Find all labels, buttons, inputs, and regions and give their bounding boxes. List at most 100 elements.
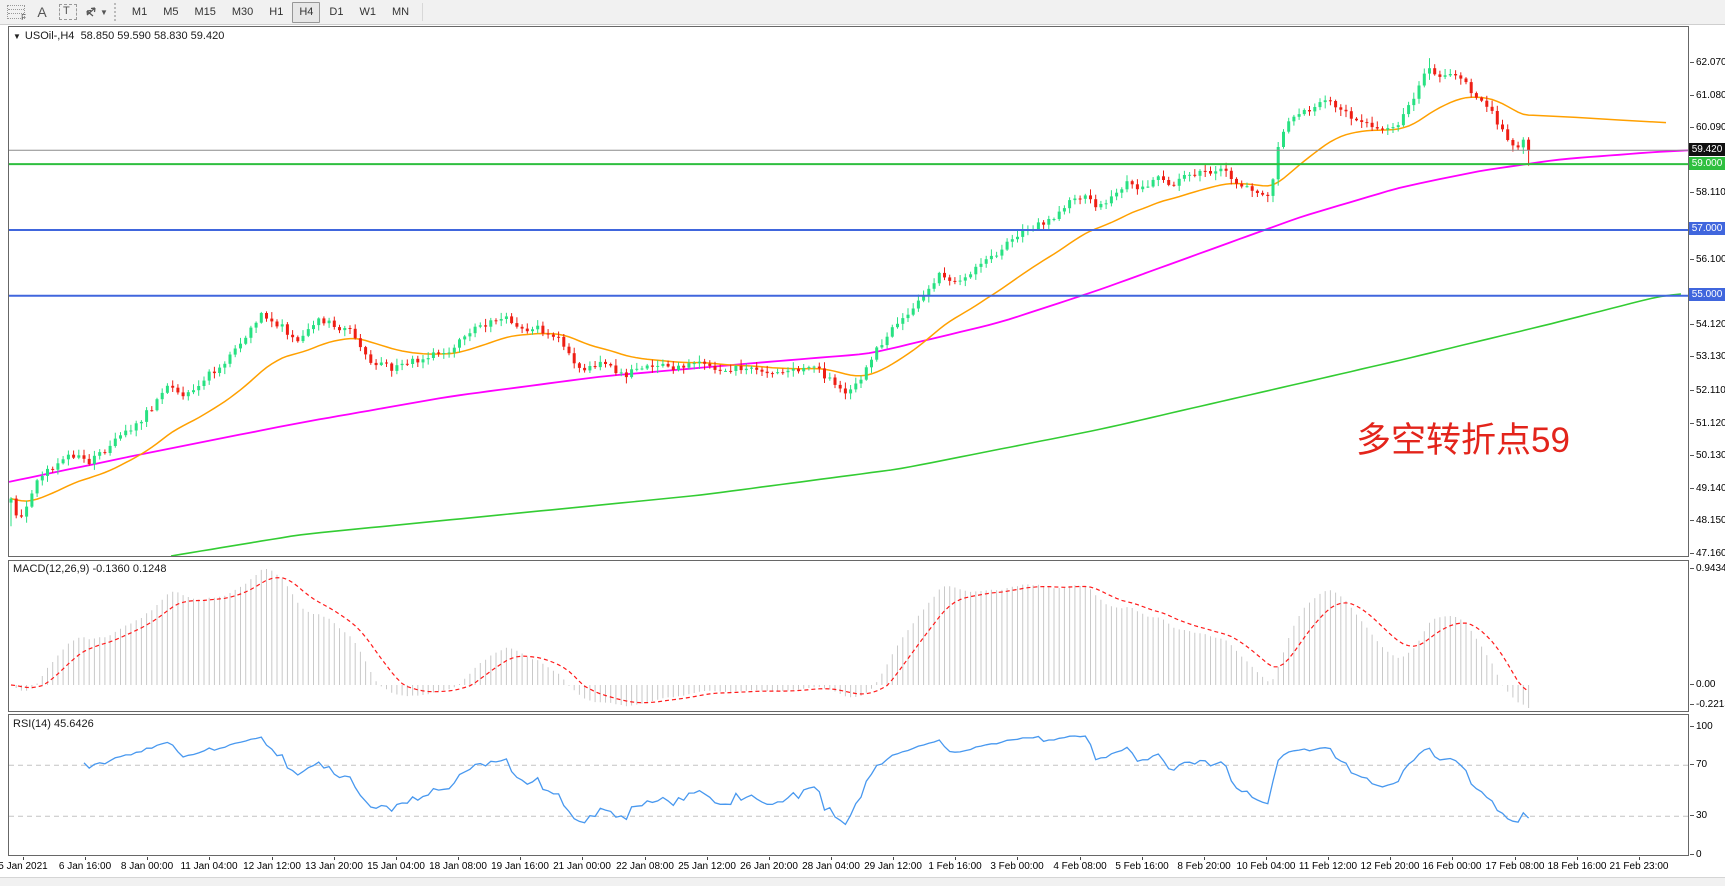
price-axis-label: 61.080: [1696, 90, 1725, 101]
time-axis-tick: [396, 857, 397, 860]
blue-level-badge-55: 55.000: [1689, 288, 1725, 301]
toolbar-separator: [422, 3, 423, 21]
price-axis-label: 62.070: [1696, 57, 1725, 68]
macd-axis-label: 0.00: [1696, 679, 1715, 690]
text-label-icon[interactable]: A: [31, 2, 53, 22]
time-axis-tick: [23, 857, 24, 860]
time-axis-label: 15 Jan 04:00: [367, 861, 425, 872]
price-axis-label: 51.120: [1696, 418, 1725, 429]
macd-axis-label: -0.2213: [1696, 699, 1725, 710]
time-axis-label: 6 Jan 16:00: [59, 861, 111, 872]
time-axis-label: 10 Feb 04:00: [1237, 861, 1296, 872]
time-axis-tick: [1639, 857, 1640, 860]
timeframe-D1[interactable]: D1: [322, 2, 350, 23]
price-axis-label: 50.130: [1696, 450, 1725, 461]
time-axis-label: 17 Feb 08:00: [1486, 861, 1545, 872]
time-axis-label: 12 Feb 20:00: [1361, 861, 1420, 872]
fibonacci-icon[interactable]: F: [5, 2, 27, 22]
time-axis-tick: [334, 857, 335, 860]
macd-label: MACD(12,26,9) -0.1360 0.1248: [13, 563, 166, 575]
blue-level-badge-57: 57.000: [1689, 222, 1725, 235]
price-axis-tick: [1690, 488, 1694, 489]
rsi-axis-tick: [1690, 726, 1694, 727]
time-axis-tick: [1017, 857, 1018, 860]
time-axis-label: 11 Feb 12:00: [1299, 861, 1357, 872]
green-level-badge: 59.000: [1689, 157, 1725, 170]
price-axis-tick: [1690, 390, 1694, 391]
time-axis-label: 8 Jan 00:00: [121, 861, 173, 872]
chart-ohlc-values: 58.850 59.590 58.830 59.420: [81, 30, 225, 42]
macd-indicator-pane[interactable]: [8, 560, 1689, 712]
time-axis-label: 5 Feb 16:00: [1115, 861, 1168, 872]
time-axis-label: 26 Jan 20:00: [740, 861, 798, 872]
timeframe-W1[interactable]: W1: [352, 2, 383, 23]
time-axis-label: 22 Jan 08:00: [616, 861, 674, 872]
time-axis-tick: [769, 857, 770, 860]
time-axis-tick: [1328, 857, 1329, 860]
timeframe-M15[interactable]: M15: [187, 2, 222, 23]
arrows-icon[interactable]: ▼: [83, 2, 108, 22]
price-axis-label: 52.110: [1696, 385, 1725, 396]
price-axis-tick: [1690, 356, 1694, 357]
arrows-icon-glyph: [83, 5, 99, 19]
time-axis-label: 8 Feb 20:00: [1177, 861, 1230, 872]
price-axis-tick: [1690, 455, 1694, 456]
price-axis-tick: [1690, 192, 1694, 193]
macd-axis-tick: [1690, 684, 1694, 685]
time-axis-label: 25 Jan 12:00: [678, 861, 736, 872]
text-icon-glyph: T: [59, 4, 77, 20]
rsi-indicator-pane[interactable]: [8, 714, 1689, 856]
timeframe-H4[interactable]: H4: [292, 2, 320, 23]
price-axis-label: 47.160: [1696, 548, 1725, 559]
timeframe-H1[interactable]: H1: [262, 2, 290, 23]
timeframe-MN[interactable]: MN: [385, 2, 416, 23]
price-axis-label: 49.140: [1696, 483, 1725, 494]
price-axis-label: 56.100: [1696, 254, 1725, 265]
time-axis-label: 4 Feb 08:00: [1053, 861, 1106, 872]
time-axis-tick: [1452, 857, 1453, 860]
chevron-down-icon: ▼: [100, 8, 108, 17]
chart-title: ▼ USOil-,H4 58.850 59.590 58.830 59.420: [13, 30, 224, 42]
time-axis-label: 29 Jan 12:00: [864, 861, 922, 872]
price-axis-label: 48.150: [1696, 515, 1725, 526]
price-axis-label: 53.130: [1696, 351, 1725, 362]
price-axis-label: 60.090: [1696, 122, 1725, 133]
time-axis-label: 1 Feb 16:00: [928, 861, 981, 872]
time-axis-tick: [209, 857, 210, 860]
time-axis-tick: [1390, 857, 1391, 860]
rsi-axis-label: 100: [1696, 721, 1713, 732]
fibonacci-icon-glyph: F: [7, 5, 25, 19]
timeframe-M30[interactable]: M30: [225, 2, 260, 23]
text-icon[interactable]: T: [57, 2, 79, 22]
price-axis-tick: [1690, 423, 1694, 424]
time-axis-label: 21 Jan 00:00: [553, 861, 611, 872]
time-axis-tick: [520, 857, 521, 860]
rsi-axis-tick: [1690, 815, 1694, 816]
timeframe-M1[interactable]: M1: [125, 2, 154, 23]
time-axis-label: 16 Feb 00:00: [1423, 861, 1482, 872]
price-axis-tick: [1690, 127, 1694, 128]
price-axis-tick: [1690, 520, 1694, 521]
time-axis-tick: [582, 857, 583, 860]
macd-histogram: [11, 569, 1529, 708]
time-axis-tick: [147, 857, 148, 860]
time-axis-label: 3 Feb 00:00: [990, 861, 1043, 872]
time-axis-tick: [955, 857, 956, 860]
rsi-axis-tick: [1690, 854, 1694, 855]
chart-symbol-period: USOil-,H4: [25, 30, 75, 42]
price-axis-tick: [1690, 324, 1694, 325]
rsi-axis-label: 30: [1696, 810, 1707, 821]
toolbar-grip: [114, 3, 119, 21]
rsi-axis-label: 0: [1696, 849, 1702, 860]
time-axis-tick: [272, 857, 273, 860]
time-axis-tick: [1204, 857, 1205, 860]
price-axis-tick: [1690, 95, 1694, 96]
time-axis-label: 11 Jan 04:00: [180, 861, 237, 872]
time-axis-label: 19 Jan 16:00: [491, 861, 549, 872]
chevron-down-icon: ▼: [13, 32, 21, 41]
main-chart-pane[interactable]: [8, 26, 1689, 557]
price-axis-tick: [1690, 62, 1694, 63]
timeframe-M5[interactable]: M5: [156, 2, 185, 23]
time-axis-label: 13 Jan 20:00: [305, 861, 363, 872]
rsi-axis-tick: [1690, 764, 1694, 765]
